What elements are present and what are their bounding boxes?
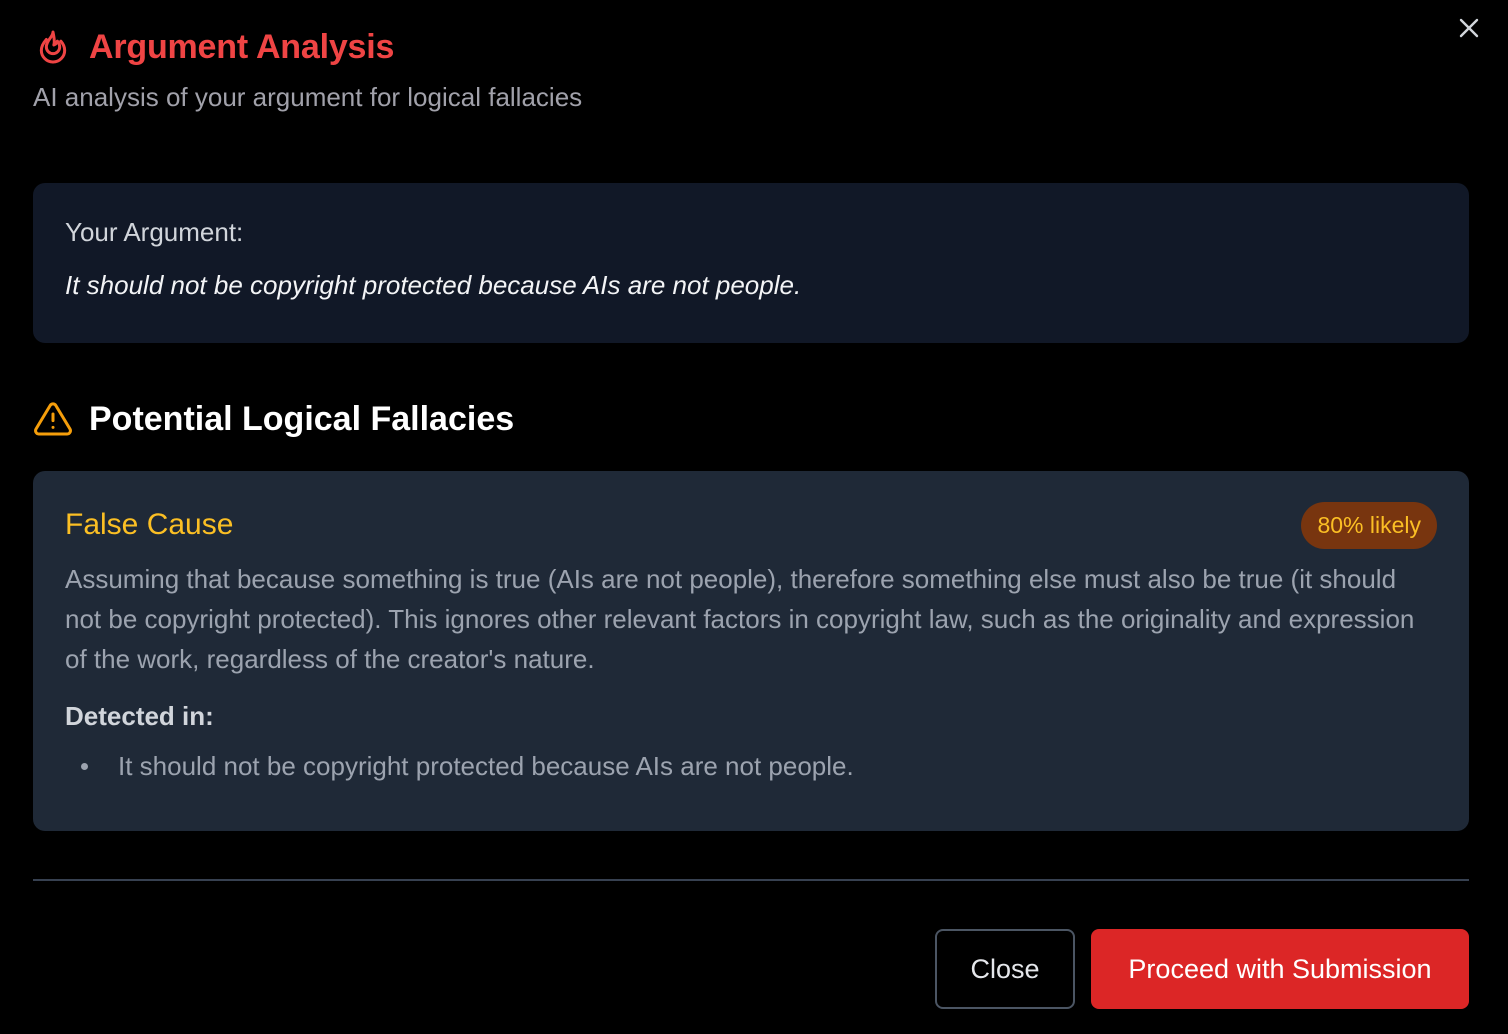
detected-in-text: It should not be copyright protected bec… [118, 751, 854, 781]
likelihood-badge: 80% likely [1301, 501, 1437, 549]
argument-box: Your Argument: It should not be copyrigh… [33, 183, 1469, 343]
argument-label: Your Argument: [65, 217, 244, 247]
fallacy-description: Assuming that because something is true … [65, 564, 1415, 674]
footer-divider [33, 879, 1469, 881]
dialog-subtitle: AI analysis of your argument for logical… [33, 82, 583, 112]
bullet-icon [81, 763, 88, 770]
section-title: Potential Logical Fallacies [89, 399, 515, 438]
dialog-header: Argument Analysis AI analysis of your ar… [33, 24, 582, 113]
fallacies-heading: Potential Logical Fallacies [33, 398, 514, 440]
argument-analysis-dialog: Argument Analysis AI analysis of your ar… [0, 0, 1508, 1034]
detected-in-list: It should not be copyright protected bec… [65, 746, 1437, 786]
list-item: It should not be copyright protected bec… [65, 746, 1437, 786]
argument-text: It should not be copyright protected bec… [65, 270, 802, 300]
fallacy-card: False Cause 80% likely Assuming that bec… [33, 471, 1469, 831]
title-row: Argument Analysis [33, 24, 582, 70]
close-button[interactable]: Close [935, 929, 1075, 1009]
flame-icon [33, 27, 73, 67]
detected-in-label: Detected in: [65, 701, 214, 731]
fallacy-card-header: False Cause 80% likely [65, 501, 1437, 549]
dialog-title: Argument Analysis [89, 27, 395, 66]
warning-icon [33, 399, 73, 439]
fallacy-name: False Cause [65, 508, 234, 541]
proceed-with-submission-button[interactable]: Proceed with Submission [1091, 929, 1469, 1009]
close-icon[interactable] [1455, 14, 1483, 42]
